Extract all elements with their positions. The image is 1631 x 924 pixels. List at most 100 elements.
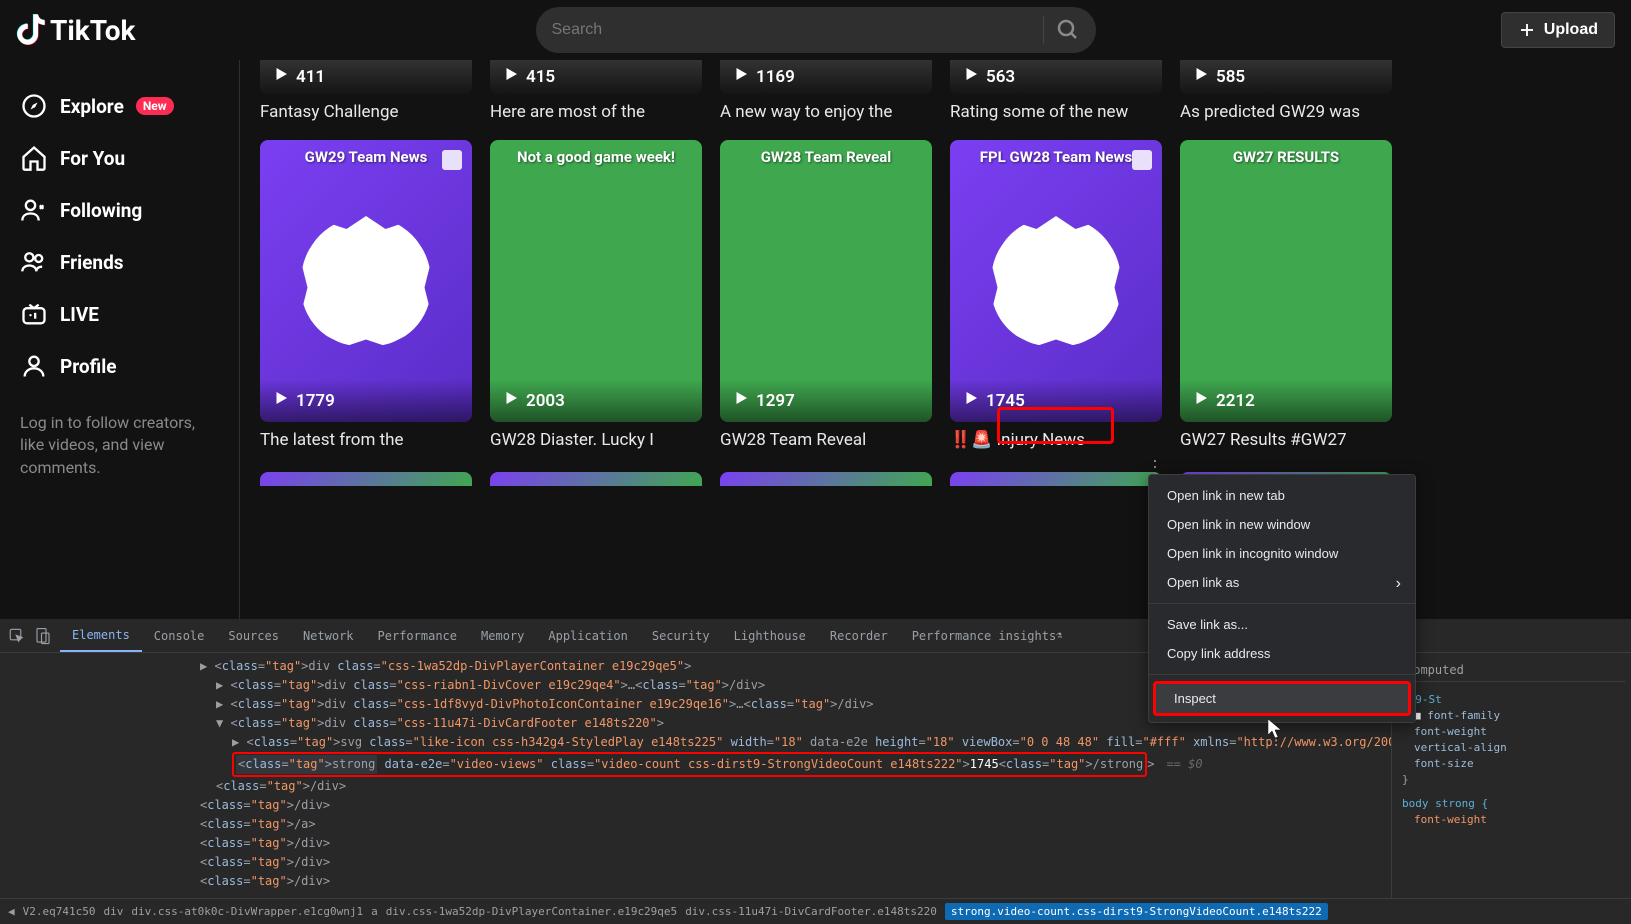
view-count: 1779 xyxy=(296,391,335,411)
thumb-overlay-text: GW29 Team News xyxy=(260,148,472,166)
breadcrumb-item[interactable]: strong.video-count.css-dirst9-StrongVide… xyxy=(945,903,1328,920)
dom-node[interactable]: <class="tag">/div> xyxy=(200,872,1391,891)
friends-icon xyxy=(20,248,48,276)
video-title[interactable]: As predicted GW29 was xyxy=(1180,102,1392,122)
devtools-tab-application[interactable]: Application xyxy=(536,619,639,652)
search-input[interactable] xyxy=(552,21,1031,39)
devtools-tab-network[interactable]: Network xyxy=(291,619,366,652)
styles-tab-computed[interactable]: Computed xyxy=(1398,659,1625,682)
sidebar-item-for-you[interactable]: For You xyxy=(8,132,231,184)
devtools-tab-security[interactable]: Security xyxy=(640,619,722,652)
video-thumb[interactable] xyxy=(950,472,1162,486)
video-title[interactable]: A new way to enjoy the xyxy=(720,102,932,122)
device-toggle-icon[interactable] xyxy=(34,627,52,645)
view-count: 411 xyxy=(296,67,325,87)
video-thumb[interactable]: GW27 RESULTS 2212 xyxy=(1180,140,1392,422)
devtools-tab-performance[interactable]: Performance xyxy=(366,619,469,652)
nav-label: Following xyxy=(60,199,142,222)
context-menu-inspect[interactable]: Inspect xyxy=(1153,681,1411,716)
video-thumb[interactable]: 1169 xyxy=(720,60,932,94)
context-menu-open-link-as[interactable]: Open link as xyxy=(1149,568,1415,597)
video-title[interactable]: Fantasy Challenge xyxy=(260,102,472,122)
photo-carousel-icon xyxy=(442,150,462,170)
video-title[interactable]: The latest from the xyxy=(260,430,472,450)
devtools-tab-console[interactable]: Console xyxy=(142,619,217,652)
devtools-tab-sources[interactable]: Sources xyxy=(216,619,291,652)
breadcrumb-item[interactable]: V2.eq741c50 xyxy=(23,905,96,918)
devtools-tab-memory[interactable]: Memory xyxy=(469,619,536,652)
upload-label: Upload xyxy=(1544,21,1598,39)
video-thumb[interactable]: 585 xyxy=(1180,60,1392,94)
dom-node[interactable]: ▶ <class="tag">svg class="like-icon css-… xyxy=(200,733,1391,752)
video-thumb[interactable]: 563 xyxy=(950,60,1162,94)
video-thumb[interactable]: 411 xyxy=(260,60,472,94)
breadcrumb-item[interactable]: div.css-1wa52dp-DivPlayerContainer.e19c2… xyxy=(386,905,677,918)
thumb-overlay-text: GW28 Team Reveal xyxy=(720,148,932,166)
dom-node[interactable]: <class="tag">/div> xyxy=(200,853,1391,872)
dom-node[interactable]: <class="tag">strong data-e2e="video-view… xyxy=(200,752,1391,777)
play-icon xyxy=(1192,65,1210,88)
view-count: 2003 xyxy=(526,391,565,411)
nav-label: Profile xyxy=(60,355,117,378)
view-count: 1297 xyxy=(756,391,795,411)
inspect-mode-icon[interactable] xyxy=(8,627,26,645)
styles-panel[interactable]: Computed st9-St ■ font-family font-weigh… xyxy=(1391,653,1631,898)
video-title[interactable]: GW27 Results #GW27 xyxy=(1180,430,1392,450)
video-title[interactable]: GW28 Diaster. Lucky I xyxy=(490,430,702,450)
devtools-tab-elements[interactable]: Elements xyxy=(60,619,142,652)
play-icon xyxy=(732,389,750,412)
sidebar-item-following[interactable]: Following xyxy=(8,184,231,236)
search-icon[interactable] xyxy=(1056,18,1080,42)
upload-button[interactable]: Upload xyxy=(1501,12,1615,48)
home-icon xyxy=(20,144,48,172)
video-title[interactable]: Here are most of the xyxy=(490,102,702,122)
nav-label: Explore xyxy=(60,95,124,118)
play-icon xyxy=(962,389,980,412)
dom-node[interactable]: <class="tag">/a> xyxy=(200,815,1391,834)
video-thumb[interactable] xyxy=(490,472,702,486)
login-prompt: Log in to follow creators, like videos, … xyxy=(8,392,231,491)
dom-node[interactable]: <class="tag">/div> xyxy=(200,834,1391,853)
premier-league-lion-icon xyxy=(301,216,431,346)
context-menu-open-link-in-new-tab[interactable]: Open link in new tab xyxy=(1149,481,1415,510)
video-thumb[interactable] xyxy=(260,472,472,486)
context-menu-open-link-in-incognito-window[interactable]: Open link in incognito window xyxy=(1149,539,1415,568)
context-menu-separator xyxy=(1149,603,1415,604)
video-title[interactable]: GW28 Team Reveal xyxy=(720,430,932,450)
nav-label: For You xyxy=(60,147,125,170)
video-thumb[interactable]: Not a good game week! 2003 xyxy=(490,140,702,422)
video-thumb[interactable]: GW28 Team Reveal 1297 xyxy=(720,140,932,422)
context-menu-save-link-as-[interactable]: Save link as... xyxy=(1149,610,1415,639)
breadcrumb-item[interactable]: a xyxy=(371,905,378,918)
view-count: 415 xyxy=(526,67,555,87)
sidebar-item-profile[interactable]: Profile xyxy=(8,340,231,392)
play-icon xyxy=(732,65,750,88)
devtools-breadcrumb[interactable]: ◀ V2.eq741c50divdiv.css-at0k0c-DivWrappe… xyxy=(0,898,1631,924)
context-menu-open-link-in-new-window[interactable]: Open link in new window xyxy=(1149,510,1415,539)
devtools-tab-recorder[interactable]: Recorder xyxy=(818,619,900,652)
breadcrumb-item[interactable]: div.css-11u47i-DivCardFooter.e148ts220 xyxy=(685,905,937,918)
video-thumb[interactable]: 415 xyxy=(490,60,702,94)
live-icon xyxy=(20,300,48,328)
video-thumb[interactable]: GW29 Team News 1779 xyxy=(260,140,472,422)
sidebar-item-explore[interactable]: ExploreNew xyxy=(8,80,231,132)
context-menu-copy-link-address[interactable]: Copy link address xyxy=(1149,639,1415,668)
video-thumb[interactable] xyxy=(720,472,932,486)
context-menu: Open link in new tabOpen link in new win… xyxy=(1148,474,1416,723)
breadcrumb-item[interactable]: div.css-at0k0c-DivWrapper.e1cg0wnj1 xyxy=(131,905,363,918)
video-title[interactable]: Rating some of the new xyxy=(950,102,1162,122)
video-title[interactable]: ‼️🚨 Injury News xyxy=(950,430,1162,450)
devtools-tab-lighthouse[interactable]: Lighthouse xyxy=(722,619,818,652)
devtools-tab-performance-insights[interactable]: Performance insights ⚗ xyxy=(900,619,1075,652)
tiktok-logo[interactable]: TikTok xyxy=(16,14,135,47)
search-bar[interactable] xyxy=(536,7,1096,53)
sidebar-item-live[interactable]: LIVE xyxy=(8,288,231,340)
dom-node[interactable]: <class="tag">/div> xyxy=(200,796,1391,815)
thumb-overlay-text: FPL GW28 Team News xyxy=(950,148,1162,166)
photo-carousel-icon xyxy=(1132,150,1152,170)
sidebar-item-friends[interactable]: Friends xyxy=(8,236,231,288)
video-thumb[interactable]: FPL GW28 Team News 1745 xyxy=(950,140,1162,422)
dom-node[interactable]: <class="tag">/div> xyxy=(200,777,1391,796)
breadcrumb-item[interactable]: div xyxy=(103,905,123,918)
play-icon xyxy=(272,389,290,412)
